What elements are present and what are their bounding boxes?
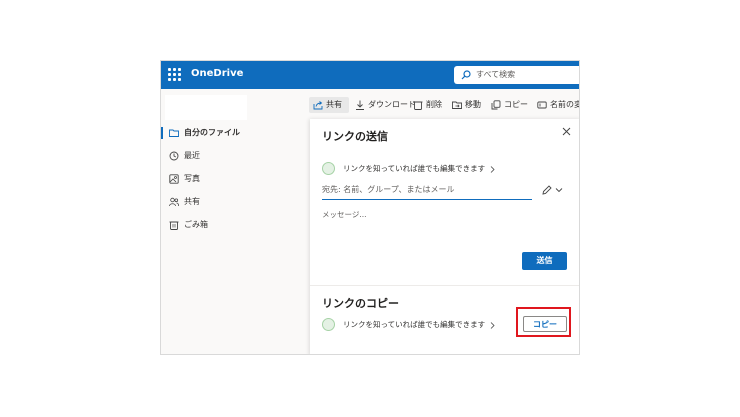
app-launcher-icon[interactable] bbox=[168, 68, 181, 81]
copy-icon bbox=[491, 100, 501, 110]
people-icon bbox=[169, 197, 179, 207]
send-link-title: リンクの送信 bbox=[322, 130, 388, 143]
search-box[interactable]: すべて検索 bbox=[454, 66, 579, 84]
account-area bbox=[165, 95, 247, 120]
top-bar: OneDrive すべて検索 bbox=[161, 61, 579, 89]
sidebar-item-photos[interactable]: 写真 bbox=[161, 169, 289, 189]
copy-link-settings-text: リンクを知っていれば誰でも編集できます bbox=[343, 320, 486, 329]
copy-link-title: リンクのコピー bbox=[322, 297, 399, 310]
share-label: 共有 bbox=[326, 100, 342, 109]
copy-label: コピー bbox=[504, 100, 528, 109]
copy-to-button[interactable]: コピー bbox=[487, 97, 528, 113]
sidebar: 自分のファイル 最近 写真 共有 ごみ箱 bbox=[161, 89, 289, 354]
rename-label: 名前の変 bbox=[550, 100, 580, 109]
globe-icon bbox=[322, 162, 335, 175]
sidebar-item-label: 共有 bbox=[184, 197, 200, 206]
highlight-box bbox=[516, 307, 571, 337]
recipient-input[interactable]: 宛先: 名前、グループ、またはメール bbox=[322, 182, 532, 200]
trash-icon bbox=[413, 101, 423, 110]
delete-label: 削除 bbox=[426, 100, 442, 109]
sidebar-item-shared[interactable]: 共有 bbox=[161, 192, 289, 212]
photo-icon bbox=[169, 174, 179, 184]
search-icon bbox=[461, 70, 471, 80]
trash-icon bbox=[169, 221, 179, 230]
send-button[interactable]: 送信 bbox=[522, 252, 567, 270]
sidebar-item-recycle-bin[interactable]: ごみ箱 bbox=[161, 215, 289, 235]
recipient-placeholder: 宛先: 名前、グループ、またはメール bbox=[322, 185, 455, 194]
folder-icon bbox=[169, 129, 179, 137]
search-placeholder: すべて検索 bbox=[476, 70, 516, 79]
rename-icon bbox=[537, 101, 547, 109]
recent-icon bbox=[169, 151, 179, 161]
send-link-settings-text: リンクを知っていれば誰でも編集できます bbox=[343, 164, 486, 173]
section-divider bbox=[310, 285, 579, 286]
globe-icon bbox=[322, 318, 335, 331]
chevron-right-icon bbox=[490, 166, 495, 173]
sidebar-item-label: 自分のファイル bbox=[184, 128, 240, 137]
command-bar: 共有 ダウンロード 削除 移動 コピー 名前の変 bbox=[289, 89, 580, 119]
share-icon bbox=[313, 101, 323, 110]
close-icon[interactable] bbox=[562, 127, 571, 136]
move-icon bbox=[452, 101, 462, 109]
edit-permission-icon[interactable] bbox=[542, 185, 564, 195]
download-icon bbox=[356, 100, 364, 110]
sidebar-item-label: 最近 bbox=[184, 151, 200, 160]
sidebar-item-label: ごみ箱 bbox=[184, 220, 208, 229]
move-button[interactable]: 移動 bbox=[448, 97, 484, 113]
app-title[interactable]: OneDrive bbox=[191, 68, 243, 79]
sidebar-item-recent[interactable]: 最近 bbox=[161, 146, 289, 166]
move-label: 移動 bbox=[465, 100, 481, 109]
chevron-right-icon bbox=[490, 322, 495, 329]
message-input[interactable]: メッセージ... bbox=[322, 209, 367, 220]
delete-button[interactable]: 削除 bbox=[409, 97, 445, 113]
share-button[interactable]: 共有 bbox=[309, 97, 349, 113]
sidebar-item-my-files[interactable]: 自分のファイル bbox=[161, 123, 289, 143]
sidebar-item-label: 写真 bbox=[184, 174, 200, 183]
rename-button[interactable]: 名前の変 bbox=[533, 97, 580, 113]
